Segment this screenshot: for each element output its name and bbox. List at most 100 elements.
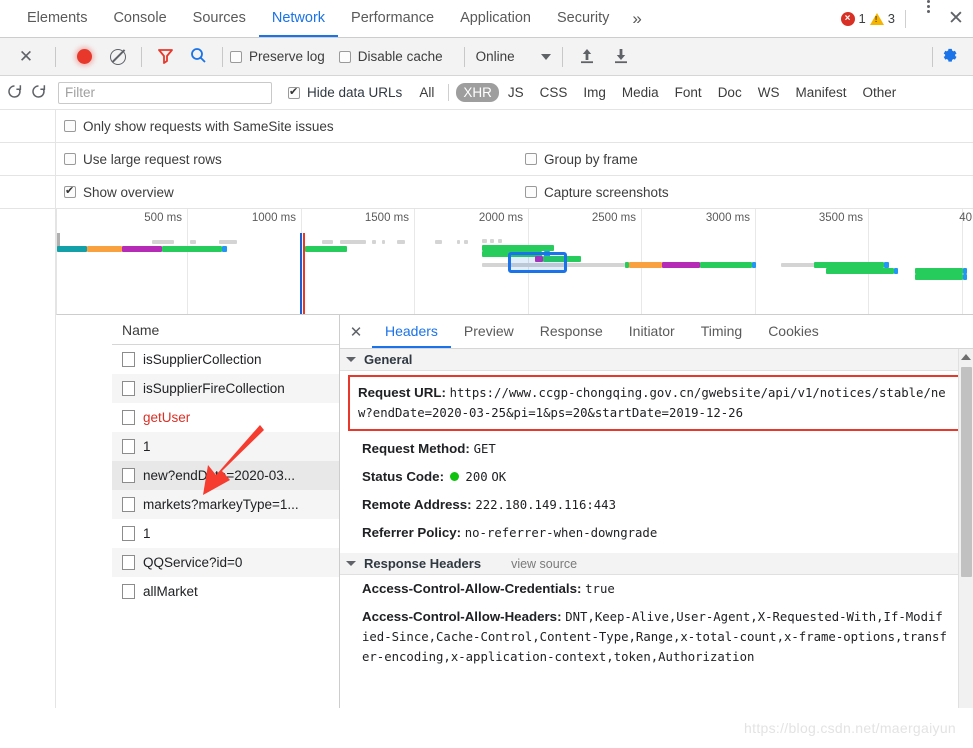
- row-checkbox-icon[interactable]: [122, 352, 135, 367]
- more-tabs-icon[interactable]: »: [622, 0, 651, 37]
- row-checkbox-icon[interactable]: [122, 526, 135, 541]
- gear-icon[interactable]: [940, 46, 959, 68]
- scrollbar-thumb[interactable]: [961, 367, 972, 577]
- type-filter-img[interactable]: Img: [576, 83, 613, 102]
- scroll-up-arrow-icon[interactable]: [961, 354, 971, 360]
- type-filter-css[interactable]: CSS: [533, 83, 575, 102]
- overview-bar-segment: [305, 246, 347, 252]
- row-checkbox-icon[interactable]: [122, 468, 135, 483]
- request-name: isSupplierCollection: [143, 352, 262, 367]
- row-checkbox-icon[interactable]: [122, 497, 135, 512]
- tick-label: 2500 ms: [591, 212, 636, 224]
- close-icon[interactable]: ✕: [939, 0, 973, 37]
- overview-grip[interactable]: [57, 233, 60, 247]
- download-arrow-icon[interactable]: [613, 47, 629, 67]
- row-checkbox-icon[interactable]: [122, 439, 135, 454]
- badge-separator: [905, 9, 906, 28]
- warning-badge[interactable]: 3: [869, 11, 895, 26]
- type-filter-ws[interactable]: WS: [751, 83, 787, 102]
- tab-elements[interactable]: Elements: [14, 0, 100, 37]
- request-url-value[interactable]: https://www.ccgp-chongqing.gov.cn/gwebsi…: [358, 386, 946, 420]
- filter-input[interactable]: [58, 81, 272, 104]
- type-filter-js[interactable]: JS: [501, 83, 531, 102]
- table-row[interactable]: isSupplierFireCollection: [112, 374, 339, 403]
- row-checkbox-icon[interactable]: [122, 584, 135, 599]
- row-checkbox-icon[interactable]: [122, 555, 135, 570]
- type-filter-manifest[interactable]: Manifest: [788, 83, 853, 102]
- throttle-dropdown[interactable]: Online: [472, 49, 555, 64]
- tab-cookies[interactable]: Cookies: [755, 315, 832, 348]
- hide-data-urls-checkbox[interactable]: Hide data URLs: [288, 85, 402, 100]
- tab-response[interactable]: Response: [527, 315, 616, 348]
- response-headers-section-header[interactable]: Response Headers view source: [340, 553, 973, 575]
- tab-timing[interactable]: Timing: [688, 315, 756, 348]
- error-circle-icon: ×: [840, 11, 855, 26]
- request-rows: isSupplierCollection isSupplierFireColle…: [112, 345, 339, 606]
- type-filter-font[interactable]: Font: [668, 83, 709, 102]
- tick-label: 1000 ms: [251, 212, 296, 224]
- details-scrollbar[interactable]: [958, 349, 973, 708]
- remote-address-row: Remote Address: 222.180.149.116:443: [340, 491, 973, 519]
- funnel-filter-icon[interactable]: [157, 47, 174, 67]
- type-filter-other[interactable]: Other: [855, 83, 903, 102]
- panel-close-icon[interactable]: ✕: [4, 47, 48, 67]
- show-overview-checkbox[interactable]: Show overview: [64, 184, 174, 200]
- disable-cache-checkbox[interactable]: Disable cache: [338, 49, 443, 64]
- tab-preview[interactable]: Preview: [451, 315, 527, 348]
- table-row[interactable]: markets?markeyType=1...: [112, 490, 339, 519]
- view-source-link[interactable]: view source: [511, 557, 577, 571]
- tab-security[interactable]: Security: [544, 0, 622, 37]
- tab-performance[interactable]: Performance: [338, 0, 447, 37]
- tab-network[interactable]: Network: [258, 0, 339, 37]
- error-badge[interactable]: × 1: [840, 11, 866, 26]
- divider: [448, 84, 450, 101]
- type-filter-xhr[interactable]: XHR: [456, 83, 499, 102]
- tab-sources[interactable]: Sources: [180, 0, 259, 37]
- details-close-icon[interactable]: ✕: [340, 315, 372, 348]
- capture-screenshots-checkbox[interactable]: Capture screenshots: [525, 185, 669, 200]
- table-row[interactable]: QQService?id=0: [112, 548, 339, 577]
- record-button-icon[interactable]: [77, 49, 92, 64]
- tab-headers[interactable]: Headers: [372, 315, 451, 348]
- row-checkbox-icon[interactable]: [122, 381, 135, 396]
- table-row[interactable]: allMarket: [112, 577, 339, 606]
- table-row[interactable]: 1: [112, 519, 339, 548]
- row-checkbox-icon[interactable]: [122, 410, 135, 425]
- type-filter-media[interactable]: Media: [615, 83, 666, 102]
- type-filter-all[interactable]: All: [412, 83, 441, 102]
- header-key: Access-Control-Allow-Headers:: [362, 609, 562, 624]
- tick-label: 3000 ms: [705, 212, 750, 224]
- network-overview-timeline[interactable]: 500 ms 1000 ms 1500 ms 2000 ms 2500 ms 3…: [56, 209, 973, 315]
- upload-arrow-icon[interactable]: [579, 47, 595, 67]
- overview-bar-segment: [87, 246, 122, 252]
- reload-icon[interactable]: [6, 83, 23, 103]
- overview-bar-segment: [122, 246, 162, 252]
- chevron-down-icon: [346, 561, 356, 566]
- overview-bar-segment: [222, 246, 227, 252]
- kebab-menu-icon[interactable]: [918, 0, 939, 37]
- tab-application[interactable]: Application: [447, 0, 544, 37]
- table-row-selected[interactable]: new?endDate=2020-03...: [112, 461, 339, 490]
- large-request-rows-checkbox[interactable]: Use large request rows: [64, 152, 222, 167]
- type-filter-doc[interactable]: Doc: [711, 83, 749, 102]
- request-method-value: GET: [473, 442, 496, 456]
- table-row[interactable]: isSupplierCollection: [112, 345, 339, 374]
- tab-console[interactable]: Console: [100, 0, 179, 37]
- request-url-highlight-box: Request URL: https://www.ccgp-chongqing.…: [348, 375, 967, 431]
- search-icon[interactable]: [190, 47, 207, 67]
- response-header-row: Access-Control-Allow-Credentials: true: [340, 575, 973, 603]
- preserve-log-checkbox[interactable]: Preserve log: [230, 49, 325, 64]
- overview-bar: [464, 240, 468, 244]
- clear-icon[interactable]: [110, 48, 126, 65]
- table-row[interactable]: getUser: [112, 403, 339, 432]
- group-by-frame-checkbox[interactable]: Group by frame: [525, 152, 638, 167]
- table-row[interactable]: 1: [112, 432, 339, 461]
- checkbox-box: [338, 50, 351, 63]
- general-section-header[interactable]: General: [340, 349, 973, 371]
- samesite-issues-checkbox[interactable]: Only show requests with SameSite issues: [64, 119, 334, 134]
- request-name-column-header[interactable]: Name: [112, 315, 339, 345]
- hard-reload-icon[interactable]: [30, 83, 47, 103]
- request-name: new?endDate=2020-03...: [143, 468, 295, 483]
- tab-initiator[interactable]: Initiator: [616, 315, 688, 348]
- overview-selection-box[interactable]: [508, 252, 567, 273]
